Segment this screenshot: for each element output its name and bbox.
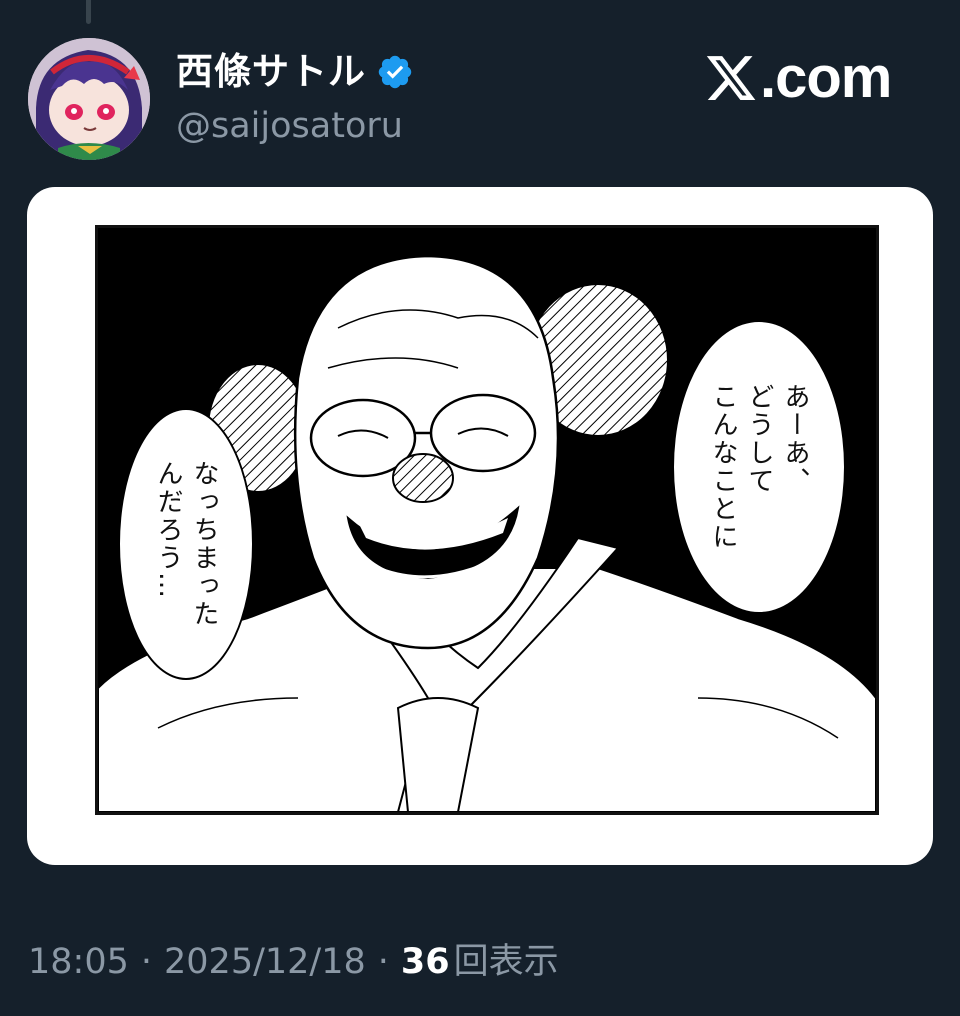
author-handle[interactable]: @saijosatoru [176, 104, 403, 148]
views-label[interactable]: 回表示 [454, 940, 559, 984]
speech-bubble-right: あーあ、 どうして こんなことに [672, 320, 846, 614]
avatar-illustration [28, 38, 150, 160]
tweet-metadata: 18:05 · 2025/12/18 · 36 回表示 [28, 940, 559, 984]
meta-separator: · [140, 942, 153, 982]
thread-connector-line [86, 0, 91, 24]
speech-text-right: あーあ、 どうして こんなことに [708, 383, 810, 551]
site-domain-text: .com [760, 45, 892, 110]
tweet-media-image[interactable]: あーあ、 どうして こんなことに なっちまった んだろう… [27, 187, 933, 865]
x-com-logo: .com [704, 45, 892, 110]
meta-separator: · [377, 942, 389, 982]
speech-bubble-left: なっちまった んだろう… [118, 408, 254, 680]
comic-panel: あーあ、 どうして こんなことに なっちまった んだろう… [95, 225, 879, 815]
tweet-time[interactable]: 18:05 [28, 940, 129, 984]
author-name-row[interactable]: 西條サトル [176, 50, 414, 94]
speech-text-left: なっちまった んだろう… [153, 460, 219, 628]
views-count[interactable]: 36 [401, 940, 450, 984]
tweet-date[interactable]: 2025/12/18 [164, 940, 366, 984]
x-logo-icon [706, 56, 756, 100]
author-avatar[interactable] [28, 38, 150, 160]
author-display-name[interactable]: 西條サトル [176, 50, 366, 94]
verified-badge-icon [378, 55, 412, 89]
